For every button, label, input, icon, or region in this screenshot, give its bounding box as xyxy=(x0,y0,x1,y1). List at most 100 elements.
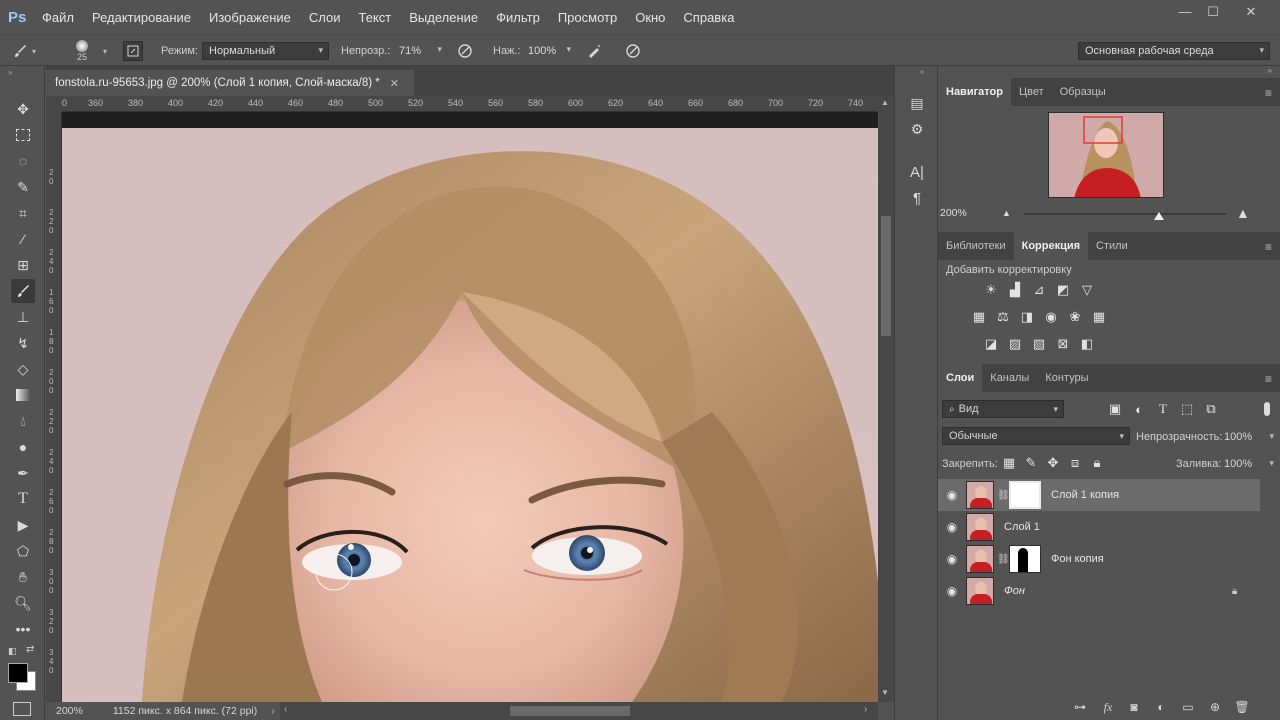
invert-icon[interactable]: ◪ xyxy=(982,335,1000,353)
panel-menu-icon[interactable]: ≡ xyxy=(1265,372,1272,386)
close-icon[interactable]: ✕ xyxy=(1238,4,1264,20)
tab-swatches[interactable]: Образцы xyxy=(1052,78,1114,106)
vertical-scrollbar[interactable]: ▲ ▼ xyxy=(878,96,894,702)
collapse-icon[interactable]: » xyxy=(8,68,12,77)
lasso-tool-icon[interactable]: ◌ xyxy=(11,149,35,173)
levels-icon[interactable]: ▟ xyxy=(1006,281,1024,299)
layer-blend-mode-select[interactable]: Обычные ▾ xyxy=(942,427,1130,445)
hand-tool-icon[interactable]: ✋︎ xyxy=(11,565,35,589)
dodge-tool-icon[interactable]: ● xyxy=(11,435,35,459)
flow-field[interactable]: 100% ▾ xyxy=(522,42,576,60)
hue-saturation-icon[interactable]: ▦ xyxy=(970,308,988,326)
eraser-tool-icon[interactable]: ◇ xyxy=(11,357,35,381)
tab-libraries[interactable]: Библиотеки xyxy=(938,232,1014,260)
menu-edit[interactable]: Редактирование xyxy=(92,10,191,25)
zoom-slider-thumb[interactable] xyxy=(1154,212,1164,220)
maximize-icon[interactable]: ☐ xyxy=(1200,4,1226,20)
pressure-size-icon[interactable] xyxy=(623,41,643,61)
close-tab-icon[interactable]: ✕ xyxy=(390,77,399,90)
collapse-icon[interactable]: » xyxy=(1268,66,1272,75)
type-tool-icon[interactable]: T xyxy=(11,487,35,511)
airbrush-icon[interactable] xyxy=(584,41,604,61)
horizontal-scrollbar[interactable]: ‹ › xyxy=(280,702,878,720)
document-tab[interactable]: fonstola.ru-95653.jpg @ 200% (Слой 1 коп… xyxy=(46,70,414,96)
add-mask-icon[interactable]: ◙ xyxy=(1124,699,1144,715)
ruler-corner[interactable] xyxy=(46,96,62,112)
horizontal-ruler[interactable]: 0 360 380 400 420 440 460 480 500 520 540 560 580 600… xyxy=(62,96,878,112)
history-brush-tool-icon[interactable]: ↯ xyxy=(11,331,35,355)
scroll-left-icon[interactable]: ‹ xyxy=(284,704,287,715)
menu-layers[interactable]: Слои xyxy=(309,10,341,25)
layer-thumbnail[interactable] xyxy=(966,481,994,509)
swap-colors-icon[interactable]: ⇄ xyxy=(26,644,34,655)
new-adjustment-layer-icon[interactable]: ◐ xyxy=(1151,699,1171,715)
filter-smart-object-icon[interactable]: ⧉ xyxy=(1202,400,1220,418)
menu-select[interactable]: Выделение xyxy=(409,10,478,25)
properties-panel-icon[interactable]: ⚙ xyxy=(905,118,929,140)
menu-filter[interactable]: Фильтр xyxy=(496,10,540,25)
layer-filter-select[interactable]: ⌕ Вид ▾ xyxy=(942,400,1064,418)
layer-row[interactable]: ◉ Слой 1 xyxy=(938,511,1260,543)
workspace-select[interactable]: Основная рабочая среда ▾ xyxy=(1078,42,1270,60)
tab-channels[interactable]: Каналы xyxy=(982,364,1037,392)
lock-transparent-icon[interactable]: ▦ xyxy=(1000,454,1018,472)
visibility-eye-icon[interactable]: ◉ xyxy=(938,584,966,598)
path-select-tool-icon[interactable]: ▶ xyxy=(11,513,35,537)
crop-tool-icon[interactable]: ⌗ xyxy=(11,201,35,225)
photo-filter-icon[interactable]: ◉ xyxy=(1042,308,1060,326)
marquee-tool-icon[interactable] xyxy=(11,123,35,147)
link-layers-icon[interactable]: ⊶ xyxy=(1070,699,1090,715)
paragraph-panel-icon[interactable]: ¶ xyxy=(905,187,929,209)
shape-tool-icon[interactable]: ⬠ xyxy=(11,539,35,563)
brightness-contrast-icon[interactable]: ☀ xyxy=(982,281,1000,299)
tab-adjustments[interactable]: Коррекция xyxy=(1013,232,1089,260)
layer-mask-thumbnail[interactable] xyxy=(1009,481,1041,509)
menu-text[interactable]: Текст xyxy=(359,10,392,25)
menu-help[interactable]: Справка xyxy=(683,10,734,25)
filter-shape-icon[interactable]: ⬚ xyxy=(1178,400,1196,418)
zoom-out-icon[interactable]: ▲ xyxy=(1002,208,1011,218)
more-tools-icon[interactable]: ••• xyxy=(11,617,35,641)
pen-tool-icon[interactable]: ✒ xyxy=(11,461,35,485)
vertical-scroll-thumb[interactable] xyxy=(881,216,891,336)
tab-color[interactable]: Цвет xyxy=(1011,78,1052,106)
scroll-up-icon[interactable]: ▲ xyxy=(881,98,889,107)
visibility-eye-icon[interactable]: ◉ xyxy=(938,552,966,566)
panel-menu-icon[interactable]: ≡ xyxy=(1265,240,1272,254)
curves-icon[interactable]: ⊿ xyxy=(1030,281,1048,299)
character-panel-icon[interactable]: A| xyxy=(905,161,929,183)
lock-artboard-icon[interactable]: ⧈ xyxy=(1066,454,1084,472)
filter-toggle[interactable] xyxy=(1264,402,1270,416)
filter-adjustment-icon[interactable]: ◐ xyxy=(1130,400,1148,418)
document-canvas[interactable] xyxy=(62,112,878,702)
posterize-icon[interactable]: ▨ xyxy=(1006,335,1024,353)
delete-layer-icon[interactable]: 🗑︎ xyxy=(1232,699,1252,715)
tab-paths[interactable]: Контуры xyxy=(1037,364,1096,392)
default-colors-icon[interactable]: ◧ xyxy=(8,646,17,657)
horizontal-scroll-thumb[interactable] xyxy=(510,706,630,716)
brush-panel-toggle-icon[interactable] xyxy=(123,41,143,61)
brush-size-picker[interactable]: 25 xyxy=(76,35,88,67)
gradient-tool-icon[interactable] xyxy=(11,383,35,407)
healing-brush-tool-icon[interactable]: ⊞ xyxy=(11,253,35,277)
black-white-icon[interactable]: ◨ xyxy=(1018,308,1036,326)
selective-color-icon[interactable]: ⊠ xyxy=(1054,335,1072,353)
channel-mixer-icon[interactable]: ❀ xyxy=(1066,308,1084,326)
layer-name[interactable]: Слой 1 копия xyxy=(1051,489,1119,501)
menu-window[interactable]: Окно xyxy=(635,10,665,25)
quick-mask-icon[interactable] xyxy=(13,702,31,716)
lock-position-icon[interactable]: ✥ xyxy=(1044,454,1062,472)
zoom-tool-icon[interactable]: 🔍︎ xyxy=(11,591,35,615)
tab-navigator[interactable]: Навигатор xyxy=(938,78,1011,106)
brush-tool-icon[interactable] xyxy=(11,279,35,303)
visibility-eye-icon[interactable]: ◉ xyxy=(938,488,966,502)
expand-panels-icon[interactable]: « xyxy=(920,67,924,76)
blur-tool-icon[interactable]: 💧︎ xyxy=(11,409,35,433)
layer-name[interactable]: Слой 1 xyxy=(1004,521,1040,533)
visibility-eye-icon[interactable]: ◉ xyxy=(938,520,966,534)
layer-thumbnail[interactable] xyxy=(966,513,994,541)
blend-mode-select[interactable]: Нормальный ▾ xyxy=(202,42,329,60)
layer-row[interactable]: ◉ Фон 🔒︎ xyxy=(938,575,1260,607)
layer-row[interactable]: ◉ ⛓ Фон копия xyxy=(938,543,1260,575)
scroll-down-icon[interactable]: ▼ xyxy=(881,688,889,697)
